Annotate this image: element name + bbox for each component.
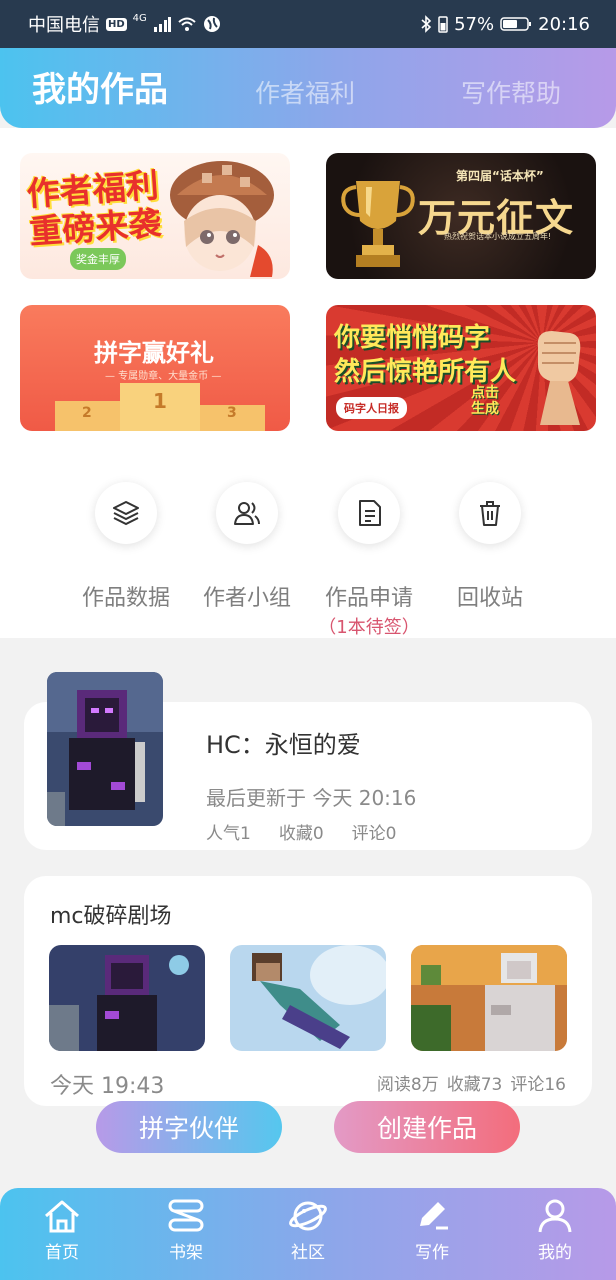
theater-thumbnail[interactable] — [230, 945, 386, 1051]
banner-edition: 第四届“话本杯” — [456, 169, 544, 183]
nav-bookshelf[interactable]: 书架 — [136, 1198, 236, 1263]
banner-essay-contest[interactable]: 第四届“话本杯” 万元征文 热烈祝贺话本小说成立五周年! — [326, 153, 596, 279]
planet-icon — [289, 1201, 327, 1231]
nav-community-label: 社区 — [291, 1243, 325, 1263]
theater-time: 今天 19:43 — [50, 1074, 165, 1099]
banner-cta: 点击生成 — [471, 385, 499, 417]
banner-word-count-rewards[interactable]: 拼字赢好礼 — 专属勋章、大量金币 — 2 1 3 — [20, 305, 290, 431]
carrier-name: 中国电信 — [28, 15, 100, 36]
nav-bookshelf-label: 书架 — [169, 1243, 203, 1263]
pen-icon — [420, 1202, 448, 1230]
nav-write-label: 写作 — [415, 1243, 449, 1263]
banner-tag: 码字人日报 — [336, 397, 407, 419]
work-favorites: 收藏0 — [278, 824, 324, 844]
bluetooth-icon — [421, 15, 432, 33]
nav-community[interactable]: 社区 — [258, 1198, 358, 1263]
pending-sign-note: （1本待签） — [318, 617, 420, 638]
home-icon — [45, 1200, 79, 1233]
bottom-nav: 首页 书架 社区 写作 我的 — [0, 1188, 616, 1280]
recycle-bin-label: 回收站 — [456, 586, 523, 611]
author-group-button[interactable] — [216, 482, 278, 544]
nav-write[interactable]: 写作 — [382, 1198, 482, 1263]
work-application-label: 作品申请 — [324, 586, 413, 611]
clock: 20:16 — [538, 13, 590, 35]
tab-author-benefits[interactable]: 作者福利 — [255, 74, 355, 110]
banner-tag: 奖金丰厚 — [70, 248, 126, 270]
work-title[interactable]: HC：永恒的爱 — [206, 725, 361, 760]
header-tab-bar: 我的作品 作者福利 写作帮助 — [0, 48, 616, 128]
signal-icon — [153, 17, 171, 32]
theater-title[interactable]: mc破碎剧场 — [50, 898, 172, 930]
banner-title-line2: 然后惊艳所有人 — [334, 357, 517, 387]
layers-icon — [113, 501, 139, 526]
theater-reads: 阅读8万 — [376, 1075, 439, 1095]
banner-subtitle: — 专属勋章、大量金币 — — [105, 371, 222, 382]
globe-icon — [203, 16, 220, 32]
wifi-icon — [178, 17, 196, 31]
banner-author-benefits[interactable]: 作者福利 重磅来袭 奖金丰厚 — [20, 153, 290, 279]
work-cover-image[interactable] — [47, 672, 163, 826]
nav-profile-label: 我的 — [538, 1243, 572, 1263]
theater-thumbnail[interactable] — [49, 945, 205, 1051]
podium-rank-1: 1 — [153, 389, 167, 413]
podium-rank-2: 2 — [82, 405, 92, 421]
user-icon — [538, 1199, 572, 1233]
author-group-label: 作者小组 — [202, 586, 291, 611]
nav-home[interactable]: 首页 — [12, 1198, 112, 1263]
theater-comments: 评论16 — [510, 1075, 566, 1095]
fist-illustration — [537, 331, 581, 425]
bookshelf-icon — [168, 1199, 204, 1232]
battery-icon — [500, 17, 532, 31]
trophy-illustration — [341, 181, 415, 267]
work-data-label: 作品数据 — [81, 586, 170, 611]
banner-title-line1: 你要悄悄码字 — [334, 323, 491, 353]
document-icon — [359, 500, 381, 526]
work-popularity: 人气1 — [206, 824, 251, 844]
work-data-button[interactable] — [95, 482, 157, 544]
banner-subtitle: 热烈祝贺话本小说成立五周年! — [444, 232, 552, 241]
group-icon — [234, 502, 260, 525]
hd-badge: HD — [106, 17, 127, 31]
podium-rank-3: 3 — [227, 405, 237, 421]
theater-favorites: 收藏73 — [446, 1075, 503, 1095]
recycle-bin-button[interactable] — [459, 482, 521, 544]
work-last-updated: 最后更新于 今天 20:16 — [206, 786, 417, 810]
work-stats: 人气1 收藏0 评论0 — [206, 819, 396, 844]
battery-small-icon — [438, 16, 448, 33]
battery-percent: 57% — [454, 13, 495, 35]
status-bar: 中国电信 HD 4G 57% 20:16 — [0, 0, 616, 48]
network-type: 4G — [132, 12, 147, 24]
theater-stats: 阅读8万 收藏73 评论16 — [377, 1070, 566, 1095]
banner-writer-daily[interactable]: 你要悄悄码字 然后惊艳所有人 码字人日报 点击生成 — [326, 305, 596, 431]
writing-partner-button[interactable]: 拼字伙伴 — [96, 1101, 282, 1153]
nav-home-label: 首页 — [45, 1243, 79, 1263]
banner-title-line2: 重磅来袭 — [28, 203, 163, 252]
anime-girl-illustration — [170, 161, 274, 277]
work-comments: 评论0 — [351, 824, 397, 844]
trash-icon — [480, 501, 500, 526]
theater-thumbnail[interactable] — [411, 945, 567, 1051]
tab-my-works[interactable]: 我的作品 — [32, 62, 168, 111]
nav-profile[interactable]: 我的 — [505, 1198, 605, 1263]
work-application-button[interactable] — [338, 482, 400, 544]
banner-title: 拼字赢好礼 — [94, 339, 214, 367]
create-work-button[interactable]: 创建作品 — [334, 1101, 520, 1153]
tab-writing-help[interactable]: 写作帮助 — [461, 74, 561, 110]
